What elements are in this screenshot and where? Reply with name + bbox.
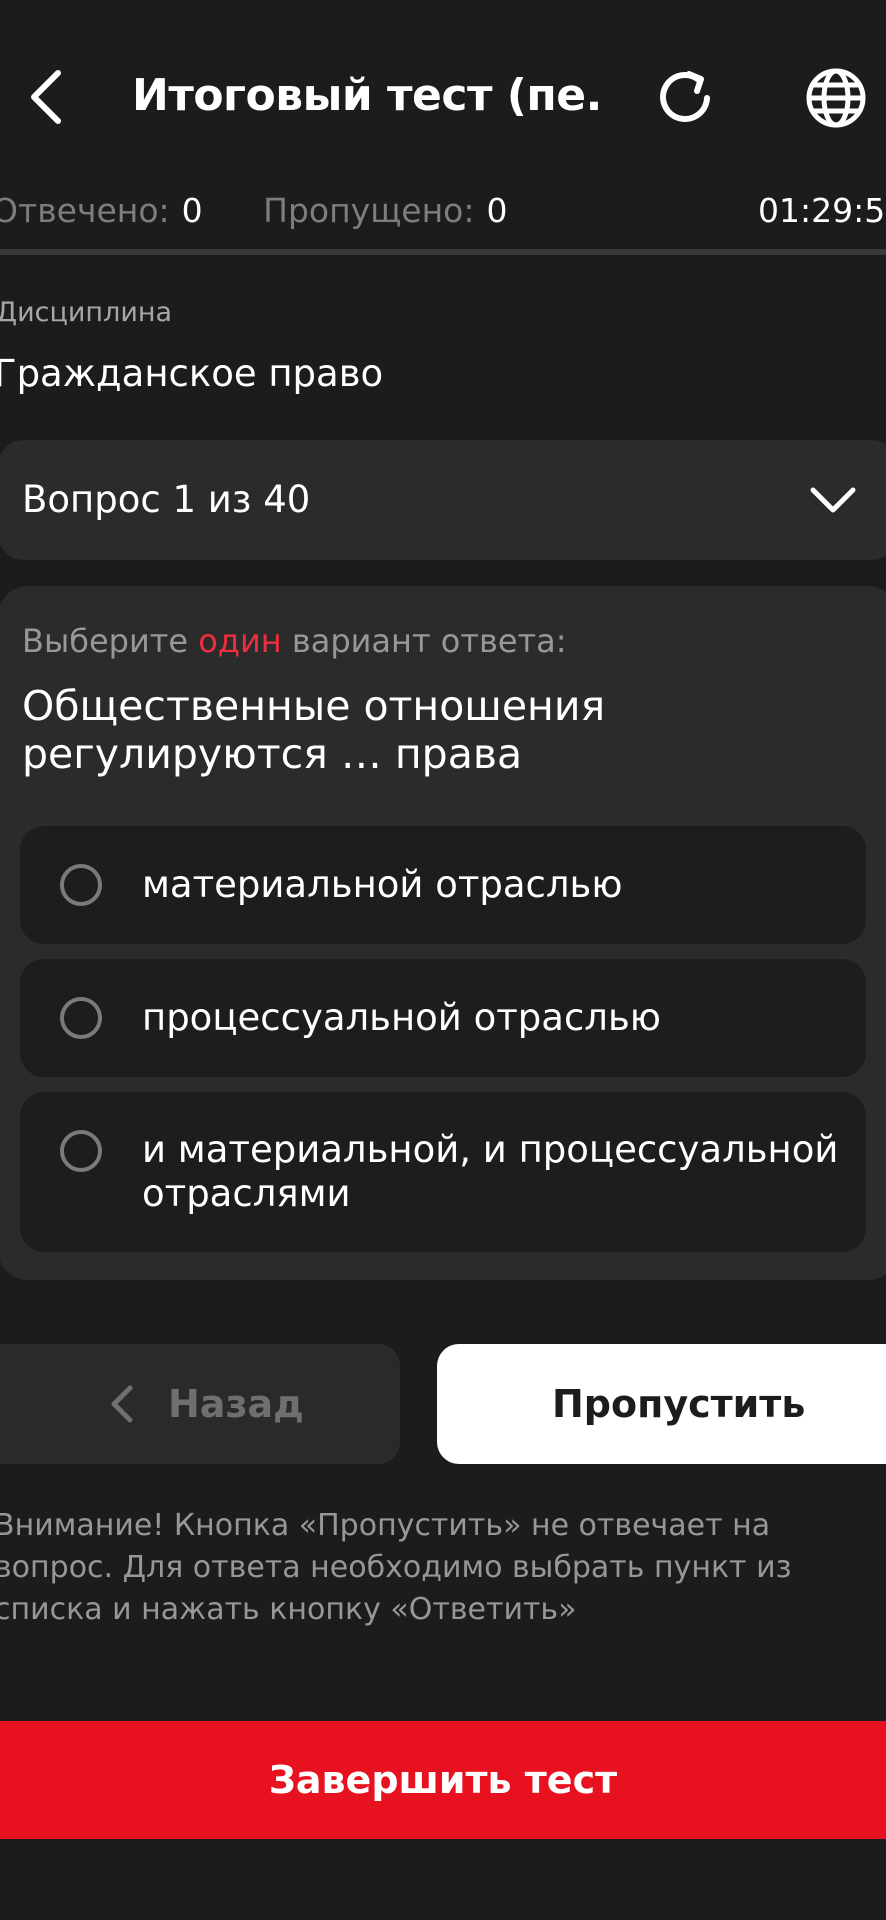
answer-instruction: Выберите один вариант ответа:	[22, 616, 567, 666]
question-text: Общественные отношения регулируются … пр…	[22, 682, 606, 778]
answer-option-3[interactable]: и материальной, и процессуальной отрасля…	[20, 1092, 866, 1252]
app-header: Итоговый тест (пе...	[0, 0, 886, 190]
answered-label: Отвечено:	[0, 191, 170, 230]
chevron-left-icon	[111, 1385, 133, 1423]
answered-count: 0	[181, 191, 203, 230]
skip-notice: Внимание! Кнопка «Пропустить» не отвечае…	[0, 1508, 792, 1627]
discipline-value: Гражданское право	[0, 352, 384, 395]
radio-button[interactable]	[60, 997, 102, 1039]
finish-test-button[interactable]: Завершить тест	[0, 1721, 886, 1839]
instruction-text-end: вариант ответа:	[281, 622, 567, 660]
language-button[interactable]	[800, 62, 872, 134]
skipped-label: Пропущено:	[263, 191, 475, 230]
question-selector[interactable]: Вопрос 1 из 40	[0, 440, 886, 560]
radio-button[interactable]	[60, 1130, 102, 1172]
question-number: Вопрос 1 из 40	[22, 478, 311, 521]
answer-option-1[interactable]: материальной отраслью	[20, 826, 866, 944]
skip-button-label: Пропустить	[552, 1382, 806, 1426]
option-label: и материальной, и процессуальной отрасля…	[142, 1128, 839, 1215]
instruction-accent: один	[198, 622, 282, 660]
refresh-icon	[660, 71, 710, 122]
option-label: материальной отраслью	[142, 863, 623, 906]
back-button[interactable]	[22, 62, 70, 132]
skip-button[interactable]: Пропустить	[437, 1344, 886, 1464]
discipline-label: Дисциплина	[0, 297, 173, 328]
back-button-label: Назад	[168, 1382, 304, 1426]
answer-option-2[interactable]: процессуальной отраслью	[20, 959, 866, 1077]
refresh-button[interactable]	[650, 62, 724, 134]
radio-button[interactable]	[60, 864, 102, 906]
page-title: Итоговый тест (пе...	[132, 70, 602, 121]
timer: 01:29:59	[758, 191, 886, 230]
option-label: процессуальной отраслью	[142, 996, 661, 1039]
test-stats: Отвечено: 0 Пропущено: 0	[0, 186, 886, 236]
instruction-text: Выберите	[22, 622, 199, 660]
back-button-content: Назад	[110, 1344, 304, 1464]
skipped-count: 0	[486, 191, 508, 230]
question-card: Выберите один вариант ответа: Общественн…	[0, 586, 886, 1280]
chevron-left-icon	[31, 70, 61, 124]
globe-icon	[806, 68, 866, 128]
chevron-down-icon	[810, 487, 856, 513]
progress-bar	[0, 249, 886, 255]
back-question-button[interactable]: Назад	[0, 1344, 400, 1464]
